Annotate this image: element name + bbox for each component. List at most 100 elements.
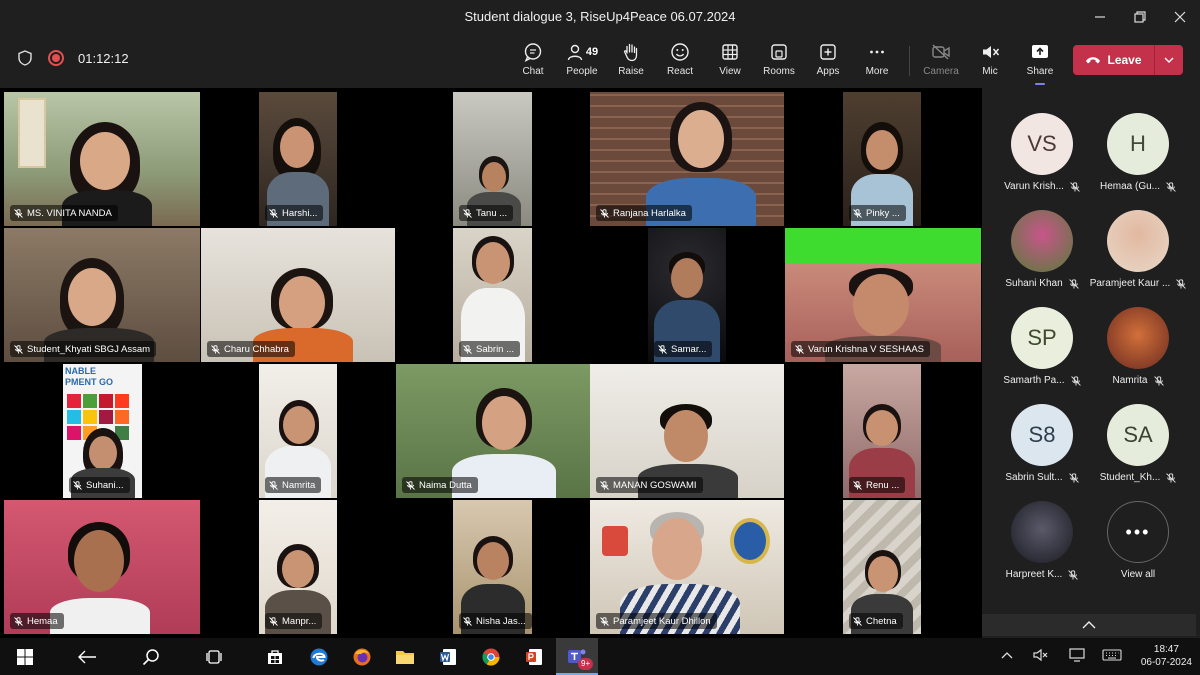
video-tile[interactable]: Ranjana Harlalka [590,92,784,226]
video-tile[interactable]: MANAN GOSWAMI [590,364,784,498]
video-tile[interactable]: NABLE PMENT GO Suhani... [63,364,142,498]
video-tile[interactable]: Harshi... [259,92,337,226]
mic-off-icon [1070,181,1080,192]
mic-off-icon [463,344,472,354]
video-tile[interactable]: Pinky ... [843,92,921,226]
maximize-icon[interactable] [1120,0,1160,34]
mic-off-icon [600,480,609,490]
video-tile[interactable]: Chetna [843,500,921,634]
video-tile[interactable]: MS. VINITA NANDA [4,92,200,226]
participant-name: Varun Krishna V SESHAAS [791,341,930,357]
more-icon: ••• [1107,501,1169,563]
hand-icon [623,43,638,62]
roster-participant[interactable]: H Hemaa (Gu... [1088,113,1188,192]
mic-button[interactable]: Mic [966,41,1014,77]
leave-main[interactable]: Leave [1073,53,1154,67]
video-tile[interactable]: Naima Dutta [396,364,590,498]
back-button[interactable] [66,638,108,675]
video-tile[interactable]: Namrita [259,364,337,498]
word-app[interactable] [427,638,469,675]
video-tile[interactable]: Nisha Jas... [453,500,532,634]
participant-name: Ranjana Harlalka [596,205,692,221]
participant-name: Harshi... [265,205,324,221]
avatar [1107,307,1169,369]
roster-participant[interactable]: Namrita [1088,307,1188,386]
file-explorer-app[interactable] [384,638,426,675]
more-icon [870,50,884,54]
share-button[interactable]: Share [1016,41,1064,77]
view-button[interactable]: View [706,41,754,77]
video-stage: MS. VINITA NANDA Harshi... Tanu ... Ranj… [0,88,982,638]
participant-name: Naima Dutta [402,477,478,493]
edge-icon [310,648,328,665]
mic-off-icon [14,208,23,218]
teams-app[interactable]: 9+ [556,638,598,675]
powerpoint-app[interactable] [513,638,555,675]
avatar [1011,210,1073,272]
participant-name: Tanu ... [459,205,514,221]
store-app[interactable] [254,638,296,675]
raise-hand-button[interactable]: Raise [607,41,655,77]
volume-button[interactable] [1033,648,1049,665]
rooms-button[interactable]: Rooms [755,41,803,77]
toolbar-divider [909,46,910,76]
mic-off-icon [600,208,609,218]
share-icon [1032,45,1048,58]
video-tile[interactable]: Charu Chhabra [201,228,395,362]
leave-options-button[interactable] [1155,57,1183,63]
camera-button[interactable]: Camera [917,41,965,77]
task-view-button[interactable] [193,638,235,675]
video-tile[interactable]: Varun Krishna V SESHAAS [785,228,981,362]
mic-off-icon [1166,472,1177,483]
roster-participant[interactable]: Harpreet K... [992,501,1092,580]
show-hidden-icons-button[interactable] [1001,648,1013,662]
mic-off-icon [853,616,862,626]
mic-off-icon [1070,375,1081,386]
react-button[interactable]: React [656,41,704,77]
language-button[interactable] [1069,648,1085,665]
leave-button[interactable]: Leave [1073,45,1183,75]
firefox-app[interactable] [341,638,383,675]
mic-off-icon [406,480,415,490]
video-tile[interactable]: Tanu ... [453,92,532,226]
roster-participant[interactable]: VS Varun Krish... [992,113,1092,192]
grid-icon [722,44,738,60]
meeting-toolbar: 01:12:12 Chat 49 People Raise React View… [0,34,1200,88]
start-button[interactable] [4,638,46,675]
video-tile[interactable]: Renu ... [843,364,921,498]
roster-participant[interactable]: Suhani Khan [992,210,1092,289]
avatar [1107,210,1169,272]
roster-participant[interactable]: S8 Sabrin Sult... [992,404,1092,483]
apps-button[interactable]: Apps [804,41,852,77]
system-clock[interactable]: 18:47 06-07-2024 [1141,643,1192,669]
more-button[interactable]: More [853,41,901,77]
mic-off-icon [1166,181,1176,192]
video-tile[interactable]: Sabrin ... [453,228,532,362]
roster-participant[interactable]: SP Samarth Pa... [992,307,1092,386]
keyboard-button[interactable] [1102,648,1122,665]
search-icon [142,648,159,665]
video-tile[interactable]: Samar... [648,228,726,362]
share-active-indicator [1035,83,1045,85]
chrome-app[interactable] [470,638,512,675]
search-button[interactable] [130,638,172,675]
video-tile[interactable]: Hemaa [4,500,200,634]
chat-button[interactable]: Chat [509,41,557,77]
edge-app[interactable] [298,638,340,675]
window-title: Student dialogue 3, RiseUp4Peace 06.07.2… [464,9,736,24]
video-tile[interactable]: Paramjeet Kaur Dhillon [590,500,784,634]
people-count: 49 [585,46,599,58]
participant-name: Sabrin ... [459,341,521,357]
close-icon[interactable] [1160,0,1200,34]
roster-participant[interactable]: SA Student_Kh... [1088,404,1188,483]
video-tile[interactable]: Student_Khyati SBGJ Assam [4,228,200,362]
video-tile[interactable]: Manpr... [259,500,337,634]
people-button[interactable]: 49 People [558,41,606,77]
minimize-icon[interactable] [1080,0,1120,34]
store-icon [268,649,282,664]
view-all-button[interactable]: ••• View all [1088,501,1188,580]
collapse-roster-button[interactable] [982,614,1196,636]
roster-participant[interactable]: Paramjeet Kaur ... [1088,210,1188,289]
notification-badge: 9+ [578,658,594,670]
participant-name: Nisha Jas... [459,613,532,629]
